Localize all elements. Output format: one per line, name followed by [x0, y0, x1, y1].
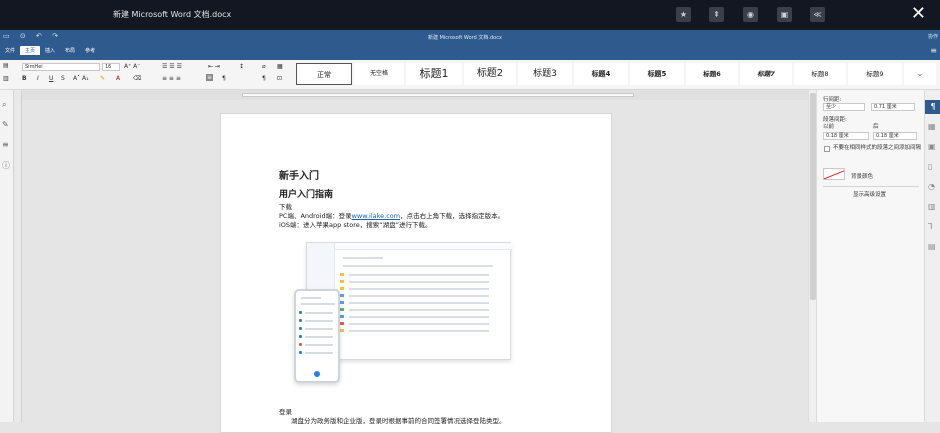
tab-home[interactable]: 主页 [20, 46, 41, 55]
styles-expand-icon[interactable]: ⌄ [904, 63, 936, 85]
before-spacing-input[interactable]: 0.18 厘米 [823, 132, 869, 140]
info-icon[interactable]: ⓘ [2, 160, 10, 171]
pin-icon[interactable]: ⇞ [709, 7, 724, 22]
style-heading9[interactable]: 标题9 [848, 63, 902, 85]
search-icon[interactable]: ⊙ [20, 32, 26, 40]
line-spacing-value-input[interactable]: 0.71 厘米 [871, 103, 915, 111]
print-icon[interactable]: ▭ [3, 32, 10, 40]
format-painter-icon[interactable]: ⌀ [262, 63, 266, 70]
search-icon[interactable]: ⌕ [2, 100, 6, 110]
chart-settings-icon[interactable]: ▥ [928, 202, 936, 211]
justify-icon[interactable]: ≡ [206, 74, 214, 81]
image-settings-icon[interactable]: ▣ [928, 142, 936, 151]
paste-icon[interactable]: ▤ [3, 62, 9, 69]
shape-settings-icon[interactable]: ◔ [928, 182, 935, 191]
highlight-icon[interactable]: ✎ [100, 75, 105, 82]
text-box-icon[interactable]: ⊡ [277, 75, 282, 82]
bullet-list-icon[interactable]: ☰ ☰ ☰ [162, 63, 182, 70]
doc-para-login-text: 湖盘分为政务版和企业版，登录时根据事前的合同签署情况选择登陆类型。 [291, 417, 506, 425]
ribbon-tabs: 文件 主页 插入 布局 参考 [0, 46, 100, 58]
document-title: 新建 Microsoft Word 文档.docx [428, 35, 502, 41]
before-label: 以前 [823, 124, 835, 130]
right-sidebar: ¶ ▦ ▣ ▯ ◔ ▥ Ꞁ ▤ [924, 90, 940, 422]
close-icon[interactable]: ✕ [911, 4, 926, 24]
window-title: 新建 Microsoft Word 文档.docx [113, 10, 232, 19]
bold-icon[interactable]: B [22, 75, 27, 82]
panel-divider [823, 186, 919, 187]
collapse-icon[interactable]: ≪ [810, 7, 825, 22]
style-no-spacing[interactable]: 无空格 [354, 63, 404, 85]
menu-icon[interactable]: ≡ [930, 46, 937, 55]
style-heading2[interactable]: 标题2 [464, 63, 516, 85]
ruler-track [242, 93, 634, 97]
indent-icon[interactable]: ⇤ ⇥ [208, 63, 220, 70]
style-heading7[interactable]: 标题7 [740, 63, 792, 85]
undo-icon[interactable]: ↶ [36, 32, 42, 40]
text-art-settings-icon[interactable]: Ꞁ [928, 222, 932, 231]
outline-icon[interactable]: ≡ [2, 140, 9, 149]
advanced-settings-link[interactable]: 显示高级设置 [853, 190, 886, 198]
redo-icon[interactable]: ↷ [52, 32, 58, 40]
align-icon[interactable]: ≡ ≡ ≡ [162, 75, 181, 82]
copy-format-icon[interactable]: ▥ [3, 75, 9, 82]
tab-references[interactable]: 参考 [80, 46, 100, 55]
same-style-checkbox-label: 不要在相同样式的段落之间添加间隔 [833, 145, 922, 151]
mobile-screenshot-image [294, 289, 340, 383]
style-heading4[interactable]: 标题4 [574, 63, 628, 85]
left-sidebar: ⌕ ✎ ≡ ⓘ [0, 90, 14, 422]
font-size-select[interactable]: 16 [102, 63, 120, 71]
vertical-ruler[interactable] [14, 90, 22, 422]
edit-icon[interactable]: ✎ [2, 120, 9, 129]
underline-icon[interactable]: U [49, 75, 53, 82]
after-label: 后 [873, 124, 879, 130]
doc-para-ios: iOS端：进入苹果app store，搜索“湖盘”进行下载。 [279, 221, 432, 229]
image-icon[interactable]: ▦ [277, 63, 283, 70]
line-spacing-mode-select[interactable]: 至少 [823, 103, 865, 111]
table-settings-icon[interactable]: ▦ [928, 122, 936, 131]
collab-label[interactable]: 协作 [928, 33, 938, 40]
after-spacing-input[interactable]: 0.18 厘米 [873, 132, 917, 140]
italic-icon[interactable]: I [37, 75, 39, 82]
record-icon[interactable]: ◉ [743, 7, 758, 22]
ribbon-header: ▭ ⊙ ↶ ↷ 新建 Microsoft Word 文档.docx 协作 文件主… [0, 30, 940, 60]
paragraph-mark-icon[interactable]: ¶ [222, 75, 226, 82]
horizontal-ruler[interactable] [22, 90, 808, 100]
quick-access-toolbar: ▭ ⊙ ↶ ↷ [3, 32, 66, 40]
pilcrow-icon[interactable]: ¶ [262, 75, 266, 82]
vertical-scrollbar[interactable] [808, 90, 816, 422]
strikethrough-icon[interactable]: S [61, 75, 65, 82]
paragraph-settings-panel: 行间距: 至少 0.71 厘米 段落间距: 以前 后 0.18 厘米 0.18 … [816, 90, 924, 422]
doc-heading1: 新手入门 [279, 171, 319, 182]
line-spacing-icon[interactable]: ↕ [239, 63, 244, 70]
style-heading3[interactable]: 标题3 [518, 63, 572, 85]
window-titlebar: 新建 Microsoft Word 文档.docx ★ ⇞ ◉ ▣ ≪ ✕ [0, 0, 940, 30]
star-icon[interactable]: ★ [676, 7, 691, 22]
clear-format-icon[interactable]: ⌫ [133, 75, 141, 82]
tab-layout[interactable]: 布局 [60, 46, 80, 55]
bg-color-label: 背景颜色 [851, 174, 874, 180]
tab-insert[interactable]: 插入 [40, 46, 60, 55]
style-heading8[interactable]: 标题8 [794, 63, 846, 85]
grow-font-icon[interactable]: A⁺ A⁻ [124, 63, 140, 70]
font-name-select[interactable]: SimHei [22, 63, 100, 71]
header-settings-icon[interactable]: ▯ [928, 162, 932, 171]
same-style-checkbox[interactable] [824, 146, 830, 152]
style-heading1[interactable]: 标题1 [406, 63, 462, 85]
line-spacing-label: 行间距: [823, 97, 842, 103]
style-normal[interactable]: 正常 [296, 63, 352, 85]
document-page[interactable]: 新手入门 用户入门指南 下载 PC端、Android端：登录www.ilake.… [220, 113, 612, 433]
bg-color-swatch[interactable] [823, 168, 845, 180]
paragraph-settings-icon[interactable]: ¶ [925, 100, 940, 114]
style-heading6[interactable]: 标题6 [686, 63, 738, 85]
save-icon[interactable]: ▣ [777, 7, 792, 22]
signature-settings-icon[interactable]: ▤ [928, 242, 936, 251]
doc-heading2: 用户入门指南 [279, 190, 334, 200]
superscript-icon[interactable]: A˟ A₁ [73, 75, 89, 82]
style-heading5[interactable]: 标题5 [630, 63, 684, 85]
font-color-icon[interactable]: A [116, 75, 120, 82]
tab-file[interactable]: 文件 [0, 46, 20, 55]
